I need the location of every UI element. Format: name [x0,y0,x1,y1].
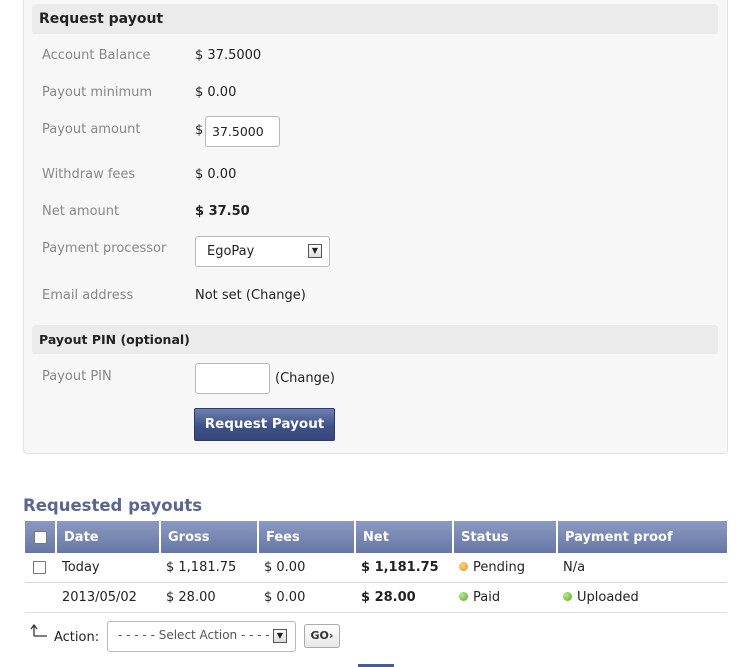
col-fees[interactable]: Fees [257,521,354,553]
col-gross[interactable]: Gross [159,521,257,553]
gross-cell: $ 28.00 [159,583,257,613]
payout-amount-input[interactable]: 37.5000 [205,116,280,147]
chevron-down-icon: ▼ [308,244,322,258]
status-cell: Paid [452,583,556,613]
payout-pin-label: Payout PIN [42,369,112,384]
table-header-row: Date Gross Fees Net Status Payment proof [25,521,727,553]
pin-section-title: Payout PIN (optional) [32,325,718,354]
payment-processor-select[interactable]: EgoPay ▼ [195,236,330,267]
status-text: Paid [473,590,501,605]
account-balance-value: $ 37.5000 [195,48,262,63]
pin-change-link[interactable]: Change [280,371,330,386]
bulk-action-select[interactable]: - - - - - Select Action - - - - - ▼ [107,621,296,652]
payout-amount-label: Payout amount [42,122,141,137]
table-row: 2013/05/02 $ 28.00 $ 0.00 $ 28.00 Paid U… [25,583,727,613]
status-text: Pending [473,560,525,575]
go-button[interactable]: GO› [304,624,340,648]
net-cell: $ 1,181.75 [354,553,452,583]
row-select-cell [25,553,55,583]
status-pending-icon [459,562,468,571]
bulk-action-value: - - - - - Select Action - - - - - [118,628,278,642]
select-all-header [25,521,55,553]
select-all-checkbox[interactable] [33,530,47,544]
email-change-link[interactable]: Change [251,288,301,303]
email-address-row: Not set (Change) [195,288,306,303]
paren-close: ) [329,371,335,386]
row-select-cell [25,583,55,613]
net-amount-value: $ 37.50 [195,204,250,219]
email-address-value: Not set [195,288,242,303]
gross-cell: $ 1,181.75 [159,553,257,583]
payout-amount-currency: $ [195,123,204,138]
arrow-up-left-icon [30,624,47,637]
withdraw-fees-label: Withdraw fees [42,167,136,182]
proof-text: Uploaded [577,590,639,605]
action-label: Action: [54,630,100,645]
status-cell: Pending [452,553,556,583]
account-balance-label: Account Balance [42,48,151,63]
proof-cell: N/a [556,553,727,583]
payout-minimum-label: Payout minimum [42,85,153,100]
net-amount-label: Net amount [42,204,120,219]
date-cell: 2013/05/02 [55,583,159,613]
fees-cell: $ 0.00 [257,553,354,583]
email-address-label: Email address [42,288,134,303]
col-date[interactable]: Date [55,521,159,553]
table-row: Today $ 1,181.75 $ 0.00 $ 1,181.75 Pendi… [25,553,727,583]
pin-change-row: (Change) [275,371,335,386]
col-payment-proof[interactable]: Payment proof [556,521,727,553]
net-cell: $ 28.00 [354,583,452,613]
payouts-table: Date Gross Fees Net Status Payment proof… [25,521,727,613]
paren-close: ) [300,288,306,303]
withdraw-fees-value: $ 0.00 [195,167,237,182]
col-status[interactable]: Status [452,521,556,553]
requested-payouts-title: Requested payouts [23,496,203,515]
payout-minimum-value: $ 0.00 [195,85,237,100]
section-title: Request payout [32,4,718,34]
request-payout-panel [23,0,728,454]
chevron-down-icon: ▼ [273,629,287,643]
date-cell: Today [55,553,159,583]
payment-processor-value: EgoPay [207,244,255,259]
row-checkbox[interactable] [33,561,46,574]
proof-cell: Uploaded [556,583,727,613]
payout-pin-input[interactable] [195,363,270,394]
status-paid-icon [459,592,468,601]
col-net[interactable]: Net [354,521,452,553]
payment-processor-label: Payment processor [42,241,167,256]
proof-uploaded-icon [563,592,572,601]
request-payout-button[interactable]: Request Payout [194,408,335,441]
fees-cell: $ 0.00 [257,583,354,613]
